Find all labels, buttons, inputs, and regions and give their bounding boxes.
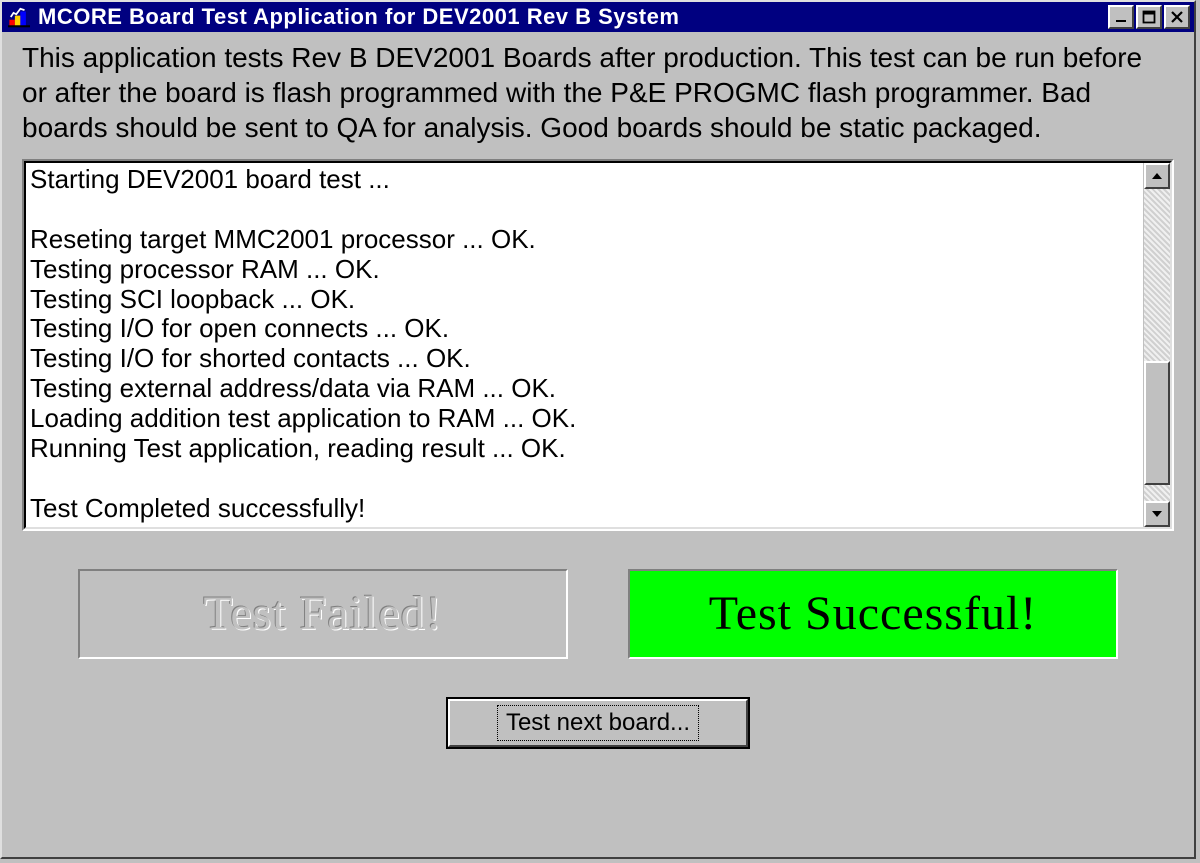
log-panel: Starting DEV2001 board test ... Reseting…: [22, 159, 1174, 531]
status-row: Test Failed! Test Successful!: [22, 569, 1174, 659]
window-controls: [1108, 5, 1190, 29]
close-button[interactable]: [1164, 5, 1190, 29]
app-icon: [8, 6, 30, 28]
scroll-down-button[interactable]: [1144, 501, 1170, 527]
scroll-up-button[interactable]: [1144, 163, 1170, 189]
status-failed-label: Test Failed!: [203, 584, 442, 644]
description-text: This application tests Rev B DEV2001 Boa…: [22, 40, 1174, 145]
title-bar: MCORE Board Test Application for DEV2001…: [2, 2, 1194, 32]
button-row: Test next board...: [22, 699, 1174, 747]
close-icon: [1170, 10, 1184, 24]
minimize-button[interactable]: [1108, 5, 1134, 29]
app-window: MCORE Board Test Application for DEV2001…: [0, 0, 1196, 859]
test-next-label: Test next board...: [497, 705, 699, 741]
chevron-down-icon: [1151, 508, 1163, 520]
minimize-icon: [1114, 10, 1128, 24]
scroll-thumb[interactable]: [1144, 361, 1170, 486]
log-output[interactable]: Starting DEV2001 board test ... Reseting…: [26, 163, 1143, 527]
chevron-up-icon: [1151, 170, 1163, 182]
log-scrollbar[interactable]: [1143, 163, 1170, 527]
status-success-panel: Test Successful!: [628, 569, 1118, 659]
scroll-track[interactable]: [1144, 189, 1170, 501]
status-success-label: Test Successful!: [709, 584, 1038, 644]
log-inner: Starting DEV2001 board test ... Reseting…: [24, 161, 1172, 529]
maximize-icon: [1142, 10, 1156, 24]
window-title: MCORE Board Test Application for DEV2001…: [38, 4, 1100, 30]
status-failed-panel: Test Failed!: [78, 569, 568, 659]
maximize-button[interactable]: [1136, 5, 1162, 29]
client-area: This application tests Rev B DEV2001 Boa…: [2, 32, 1194, 857]
test-next-button[interactable]: Test next board...: [448, 699, 748, 747]
